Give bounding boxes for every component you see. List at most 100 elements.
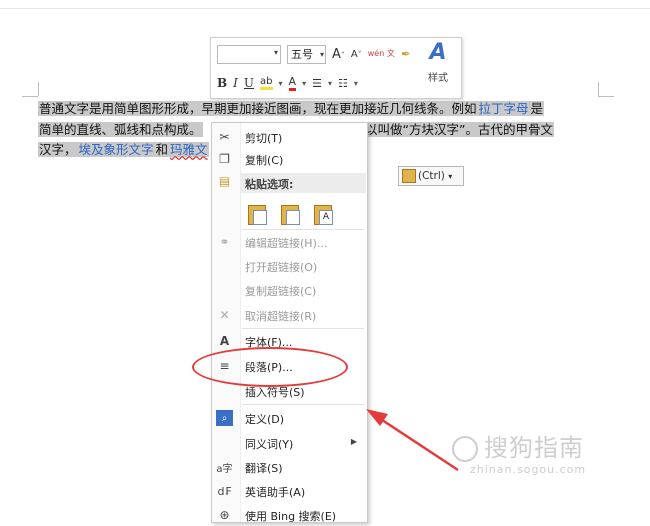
chevron-down-icon: ▾ — [448, 172, 453, 181]
watermark-cn: 搜狗指南 — [452, 428, 642, 463]
menu-item-translate[interactable]: a字 翻译(S) — [212, 456, 367, 478]
menu-item-copy[interactable]: ❐ 复制(C) — [212, 148, 367, 170]
clipboard-sheet — [286, 210, 300, 225]
bullets-icon: ☰ — [312, 76, 322, 90]
selected-text[interactable]: 和 — [154, 142, 170, 157]
watermark: 搜狗指南 zhinan.sogou.com — [452, 428, 642, 488]
menu-item-label: 定义(D) — [245, 413, 285, 426]
bold-button[interactable]: B — [217, 76, 227, 90]
sogou-logo-icon — [452, 436, 478, 462]
menu-item-define[interactable]: ⌕ 定义(D) — [212, 407, 367, 429]
font-size-box[interactable]: 五号 ▾ — [287, 44, 326, 64]
hyperlink-egyptian-hieroglyphs[interactable]: 埃及象形文字 — [77, 142, 155, 157]
chevron-right-icon: ▶ — [350, 437, 357, 446]
hyperlink-maya-script[interactable]: 玛雅文 — [169, 142, 209, 157]
unlink-icon: ✕ — [219, 308, 230, 322]
styles-label: 样式 — [428, 73, 448, 84]
highlight-button[interactable]: ab — [260, 76, 273, 90]
styles-button[interactable]: A 样式 — [423, 40, 453, 94]
menu-separator — [242, 328, 364, 329]
grow-font-button[interactable]: A˄ — [332, 47, 345, 62]
menu-item-label: 打开超链接(O) — [245, 261, 318, 274]
chevron-down-icon[interactable]: ▾ — [274, 48, 278, 57]
italic-button[interactable]: I — [233, 76, 238, 90]
margin-mark-right-horizontal — [598, 96, 614, 97]
menu-item-open-hyperlink[interactable]: 打开超链接(O) — [212, 255, 367, 277]
font-color-button[interactable]: A — [288, 75, 297, 91]
menu-item-label: 剪切(T) — [245, 132, 283, 145]
clipboard-icon: ▤ — [218, 174, 231, 188]
font-color-icon: A — [288, 75, 297, 88]
menu-item-label: 复制超链接(C) — [245, 285, 317, 298]
phonetic-guide-button[interactable]: wén 文 — [368, 50, 395, 58]
phonetic-guide-icon: wén 文 — [367, 49, 395, 58]
hyperlink-latin-alphabet[interactable]: 拉丁字母 — [477, 101, 530, 116]
menu-item-copy-hyperlink[interactable]: 复制超链接(C) — [212, 279, 367, 301]
menu-item-remove-hyperlink[interactable]: ✕ 取消超链接(R) — [212, 304, 367, 326]
clipboard-sheet — [253, 210, 267, 225]
mini-toolbar-row-2: B I U ab ▾ A ▾ ☰ ▾ ☷ ▾ — [217, 72, 358, 94]
menu-item-label: 使用 Bing 搜索(E) — [245, 510, 337, 523]
font-size-value: 五号 — [291, 47, 313, 61]
bullets-button[interactable]: ☰ — [312, 77, 322, 90]
menu-item-bing-search[interactable]: ⊛ 使用 Bing 搜索(E) — [212, 504, 367, 526]
paste-merge-formatting-icon[interactable] — [281, 203, 300, 225]
menu-item-label: 英语助手(A) — [245, 486, 306, 499]
document-line-1[interactable]: 普通文字是用简单图形形成，早期更加接近图画，现在更加接近几何线条。例如 拉丁字母是 — [38, 99, 598, 120]
mini-toolbar-row-1: ▾ 五号 ▾ A˄ A˅ wén 文 ✒ — [217, 43, 411, 65]
highlight-ellipse — [192, 347, 348, 387]
mini-toolbar: ▾ 五号 ▾ A˄ A˅ wén 文 ✒ B I U ab ▾ A ▾ ☰ ▾ … — [210, 37, 462, 99]
chevron-down-icon[interactable]: ▾ — [354, 79, 358, 88]
watermark-cn-text: 搜狗指南 — [484, 434, 584, 462]
menu-item-edit-hyperlink[interactable]: ⚭ 编辑超链接(H)... — [212, 231, 367, 253]
menu-item-label: 同义词(Y) — [245, 438, 294, 451]
selected-text[interactable]: 所以叫做“方块汉字”。古代的甲骨文 — [351, 121, 554, 137]
chevron-down-icon[interactable]: ▾ — [302, 79, 306, 88]
selected-text[interactable]: 汉字， — [38, 142, 78, 157]
highlight-icon: ab — [260, 76, 273, 87]
clipboard-sheet: A — [319, 210, 333, 225]
menu-item-label: 编辑超链接(H)... — [245, 237, 328, 250]
menu-item-label: 复制(C) — [245, 154, 284, 167]
grow-font-icon: A — [332, 46, 341, 62]
numbering-icon: ☷ — [337, 76, 348, 90]
menu-item-synonyms[interactable]: 同义词(Y) ▶ — [212, 432, 367, 454]
english-assistant-icon: d₣ — [217, 484, 232, 498]
paste-options-tag[interactable]: (Ctrl) ▾ — [398, 166, 464, 186]
paste-keep-source-formatting-icon[interactable] — [248, 203, 267, 225]
clipboard-icon — [402, 169, 416, 183]
selected-text[interactable]: 简单的直线、弧线和点构成。 — [38, 121, 203, 137]
menu-item-label: 取消超链接(R) — [245, 310, 317, 323]
copy-icon: ❐ — [219, 152, 230, 166]
chevron-down-icon[interactable]: ▾ — [320, 46, 324, 63]
context-menu: ✂ 剪切(T) ❐ 复制(C) ▤ 粘贴选项: A ⚭ 编辑超链接(H)... … — [211, 122, 368, 523]
paste-keep-text-only-icon[interactable]: A — [314, 203, 333, 225]
chevron-down-icon[interactable]: ▾ — [328, 79, 332, 88]
numbering-button[interactable]: ☷ — [338, 77, 348, 90]
format-painter-button[interactable]: ✒ — [401, 47, 411, 61]
top-divider — [0, 8, 650, 9]
underline-button[interactable]: U — [244, 76, 254, 90]
format-painter-icon: ✒ — [400, 47, 411, 61]
menu-separator — [242, 229, 364, 230]
paste-options-header: 粘贴选项: — [240, 173, 366, 193]
link-icon: ⚭ — [219, 235, 230, 249]
font-icon: A — [219, 334, 230, 348]
menu-item-english-assistant[interactable]: d₣ 英语助手(A) — [212, 480, 367, 502]
menu-item-label: 翻译(S) — [245, 462, 283, 475]
translate-icon: a字 — [216, 463, 233, 475]
font-name-box[interactable]: ▾ — [217, 44, 281, 64]
watermark-en: zhinan.sogou.com — [470, 463, 587, 476]
selected-text[interactable]: 普通文字是用简单图形形成，早期更加接近图画，现在更加接近几何线条。例如 — [38, 101, 478, 116]
search-icon: ⌕ — [216, 410, 233, 426]
paste-options-tag-label: (Ctrl) — [418, 170, 445, 182]
menu-separator — [242, 404, 364, 405]
paste-options-icons: A — [248, 203, 333, 225]
selected-text[interactable]: 是 — [529, 101, 545, 116]
scissors-icon: ✂ — [219, 130, 230, 144]
menu-item-cut[interactable]: ✂ 剪切(T) — [212, 126, 367, 148]
shrink-font-icon: A — [350, 48, 358, 60]
shrink-font-button[interactable]: A˅ — [351, 49, 362, 60]
chevron-down-icon[interactable]: ▾ — [279, 79, 283, 88]
margin-mark-right-vertical — [598, 82, 599, 96]
